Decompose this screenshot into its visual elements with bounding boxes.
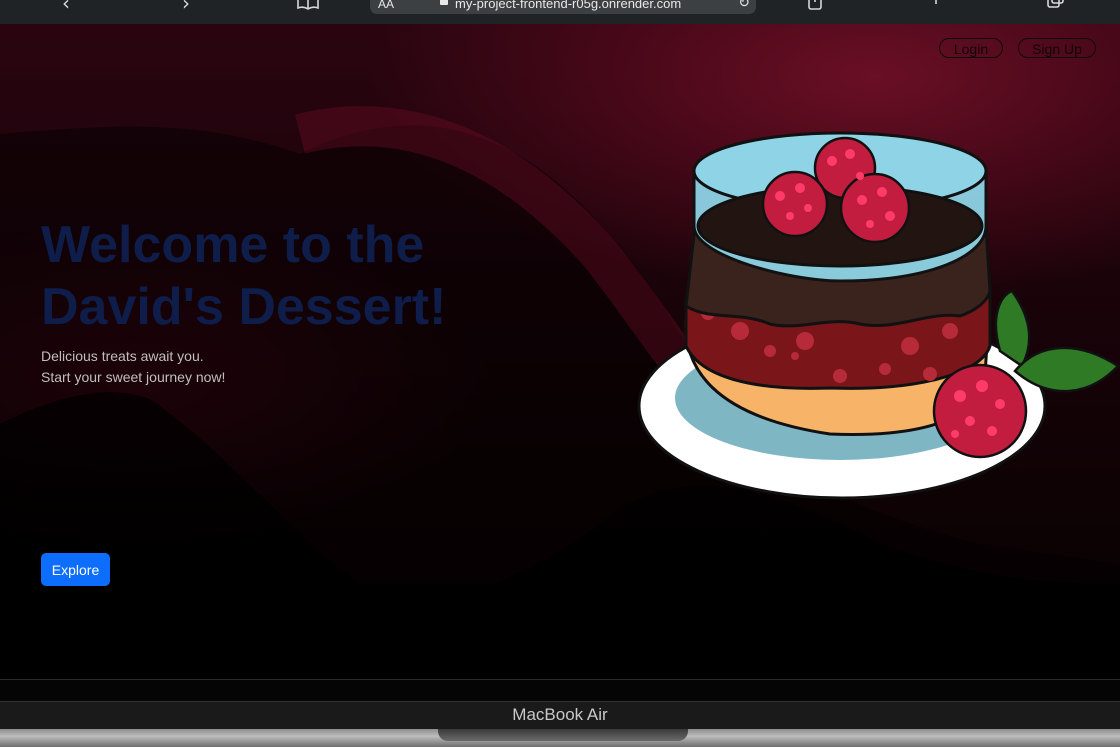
share-icon[interactable]: [806, 0, 824, 13]
bookmarks-icon[interactable]: [296, 0, 320, 13]
device-brand-label: MacBook Air: [512, 705, 608, 724]
tagline-line-1: Delicious treats await you.: [41, 348, 204, 364]
tabs-overview-icon[interactable]: [1046, 0, 1066, 13]
cake-illustration: [637, 131, 1120, 500]
tagline-line-2: Start your sweet journey now!: [41, 369, 226, 385]
reload-icon[interactable]: ↻: [738, 0, 750, 11]
back-icon[interactable]: ‹: [62, 0, 70, 13]
browser-toolbar: ‹ › AA my-project-frontend-r05g.onrender…: [0, 0, 1120, 25]
laptop-bezel: [0, 679, 1120, 702]
address-bar[interactable]: AA my-project-frontend-r05g.onrender.com…: [370, 0, 756, 14]
laptop-notch: [438, 729, 688, 741]
forward-icon[interactable]: ›: [182, 0, 190, 13]
new-tab-icon[interactable]: [928, 0, 944, 13]
hero-section: Login Sign Up Welcome to the David's Des…: [0, 24, 1120, 679]
login-button[interactable]: Login: [939, 38, 1003, 58]
url-text: my-project-frontend-r05g.onrender.com: [455, 0, 682, 11]
title-line-2: David's Dessert!: [41, 278, 447, 336]
tagline: Delicious treats await you. Start your s…: [41, 346, 225, 388]
explore-button[interactable]: Explore: [41, 553, 110, 586]
page-title: Welcome to the David's Dessert!: [41, 214, 561, 338]
signup-button[interactable]: Sign Up: [1018, 38, 1096, 58]
lock-icon: [440, 0, 448, 5]
text-size-button[interactable]: AA: [378, 0, 394, 11]
title-line-1: Welcome to the: [41, 216, 425, 274]
